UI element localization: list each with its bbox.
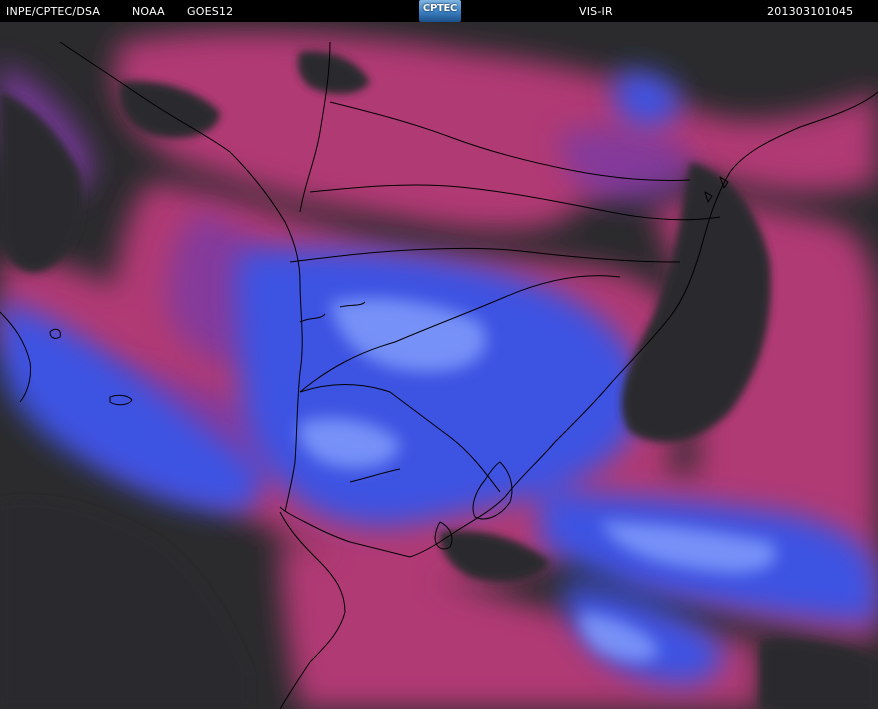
timestamp-label: 201303101045 <box>767 5 854 18</box>
logo-text: CPTEC <box>422 3 458 14</box>
satellite-label: GOES12 <box>187 5 234 18</box>
agency-label: NOAA <box>132 5 165 18</box>
satellite-map <box>0 22 878 709</box>
organization-label: INPE/CPTEC/DSA <box>6 5 101 18</box>
cptec-logo: CPTEC <box>419 0 461 22</box>
product-label: VIS-IR <box>579 5 613 18</box>
